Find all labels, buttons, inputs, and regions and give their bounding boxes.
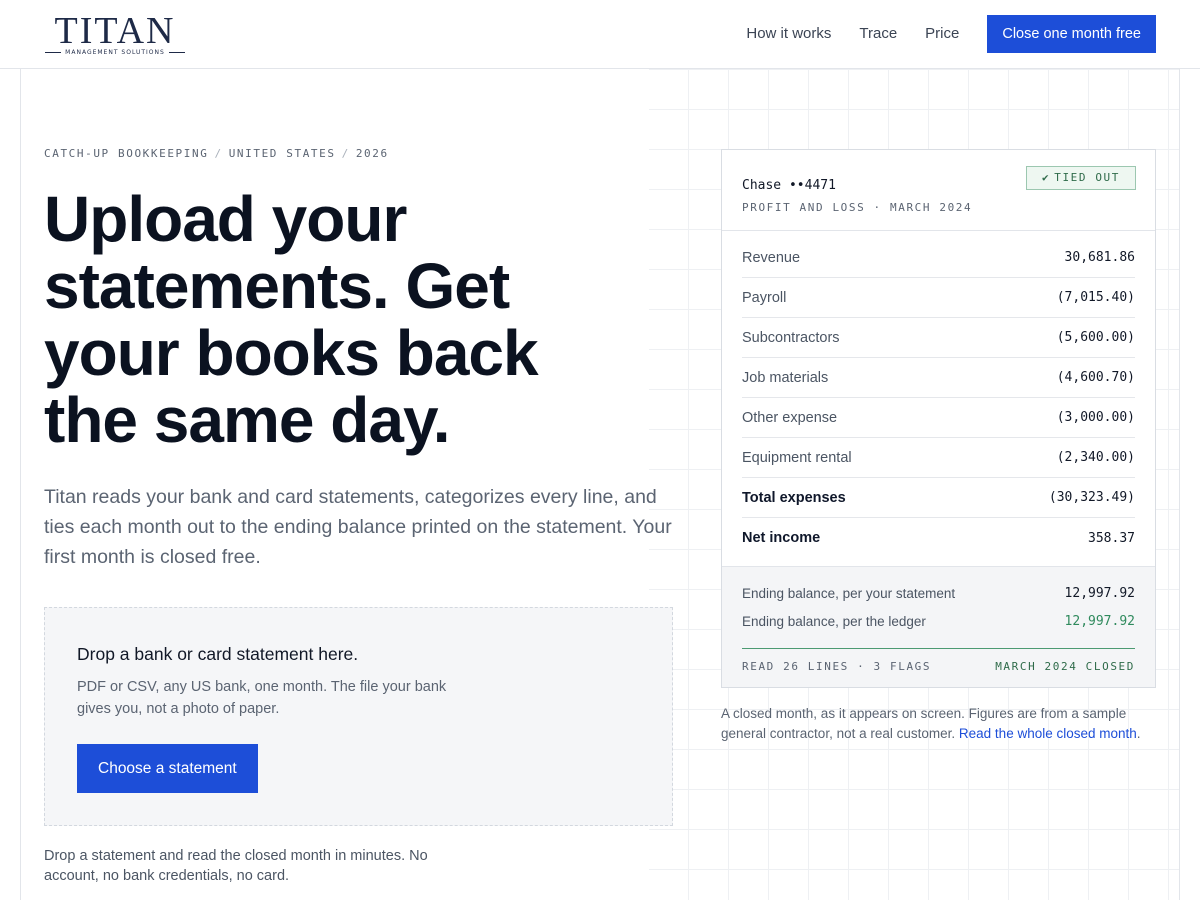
balance-value: 12,997.92 <box>1064 586 1135 601</box>
pl-row: Revenue 30,681.86 <box>742 238 1135 278</box>
nav-link-price[interactable]: Price <box>925 15 959 53</box>
caption-end: . <box>1136 725 1141 741</box>
pl-row-label: Revenue <box>742 249 801 266</box>
choose-statement-button[interactable]: Choose a statement <box>77 744 258 793</box>
pl-row: Other expense (3,000.00) <box>742 398 1135 438</box>
pl-row-value: (7,015.40) <box>1056 290 1135 305</box>
pl-row-label: Net income <box>742 530 821 546</box>
pl-row-total-expenses: Total expenses (30,323.49) <box>742 478 1135 518</box>
balance-value: 12,997.92 <box>1064 614 1135 629</box>
month-closed-status: MARCH 2024 CLOSED <box>995 660 1135 673</box>
headline-line: your books back <box>44 317 539 389</box>
pl-row: Payroll (7,015.40) <box>742 278 1135 318</box>
badge-label: TIED OUT <box>1054 171 1120 184</box>
pl-row-value: (3,000.00) <box>1056 410 1135 425</box>
pl-row: Job materials (4,600.70) <box>742 358 1135 398</box>
close-month-free-button[interactable]: Close one month free <box>987 15 1156 53</box>
pl-row-label: Equipment rental <box>742 449 852 466</box>
balance-label: Ending balance, per your statement <box>742 586 956 601</box>
balance-label: Ending balance, per the ledger <box>742 614 926 629</box>
pl-row: Subcontractors (5,600.00) <box>742 318 1135 358</box>
logo-tagline: MANAGEMENT SOLUTIONS <box>45 49 186 56</box>
closed-month-card: Chase ••4471 PROFIT AND LOSS · MARCH 202… <box>721 149 1156 688</box>
pl-row-label: Total expenses <box>742 489 846 506</box>
hero-lede: Titan reads your bank and card statement… <box>44 486 672 568</box>
pl-row-value: (4,600.70) <box>1056 370 1135 385</box>
card-footer-meta: READ 26 LINES · 3 FLAGS MARCH 2024 CLOSE… <box>742 660 1135 673</box>
logo-rule-left <box>45 52 62 53</box>
headline-line: the same day. <box>44 384 451 456</box>
account-name: Chase ••4471 <box>742 178 836 193</box>
logo-rule-right <box>168 52 186 53</box>
hero-eyebrow: CATCH-UP BOOKKEEPING / UNITED STATES/2026 <box>44 147 389 160</box>
card-footer: Ending balance, per your statement 12,99… <box>722 566 1155 687</box>
pl-row-value: (30,323.49) <box>1048 490 1135 505</box>
tied-out-badge: ✔ TIED OUT <box>1026 166 1136 190</box>
right-frame-rule <box>1179 69 1180 900</box>
logo-tagline-text: MANAGEMENT SOLUTIONS <box>65 49 165 56</box>
pl-row-value: (2,340.00) <box>1056 450 1135 465</box>
check-icon: ✔ <box>1041 171 1051 184</box>
headline-line: Upload your <box>44 183 407 255</box>
card-caption: A closed month, as it appears on screen.… <box>721 704 1156 743</box>
balance-per-statement: Ending balance, per your statement 12,99… <box>742 586 1135 601</box>
dropzone-footnote: Drop a statement and read the closed mon… <box>44 848 428 884</box>
nav-link-how-it-works[interactable]: How it works <box>746 15 831 53</box>
dropzone-title: Drop a bank or card statement here. <box>77 644 359 664</box>
pl-row-net-income: Net income 358.37 <box>742 518 1135 558</box>
footer-divider <box>742 648 1135 649</box>
pl-row-value: 358.37 <box>1088 530 1135 546</box>
pl-row-label: Other expense <box>742 409 838 426</box>
eyebrow-item: CATCH-UP BOOKKEEPING <box>44 147 209 160</box>
nav-link-trace[interactable]: Trace <box>859 15 897 53</box>
dropzone-description: PDF or CSV, any US bank, one month. The … <box>77 679 447 717</box>
hero-headline: Upload your statements. Get your books b… <box>44 186 644 454</box>
pl-row-label: Subcontractors <box>742 329 840 346</box>
pl-row-value: 30,681.86 <box>1064 250 1135 265</box>
balance-per-ledger: Ending balance, per the ledger 12,997.92 <box>742 614 1135 629</box>
logo-wordmark: TITAN <box>54 10 176 52</box>
top-bar: TITAN MANAGEMENT SOLUTIONS How it works … <box>0 0 1200 69</box>
headline-line: statements. Get <box>44 250 510 322</box>
card-header: Chase ••4471 PROFIT AND LOSS · MARCH 202… <box>722 150 1155 231</box>
pl-row-label: Job materials <box>742 369 829 386</box>
pl-row-value: (5,600.00) <box>1056 330 1135 345</box>
pl-row: Equipment rental (2,340.00) <box>742 438 1135 478</box>
titan-logo[interactable]: TITAN MANAGEMENT SOLUTIONS <box>45 10 186 56</box>
pl-row-label: Payroll <box>742 289 787 306</box>
lines-read-status: READ 26 LINES · 3 FLAGS <box>742 660 932 673</box>
eyebrow-item: UNITED STATES <box>228 147 336 160</box>
pl-table: Revenue 30,681.86 Payroll (7,015.40) Subco… <box>742 238 1135 558</box>
eyebrow-item: 2026 <box>355 147 389 160</box>
main-nav: How it works Trace Price Close one month… <box>746 15 1156 53</box>
read-closed-month-link[interactable]: Read the whole closed month <box>959 726 1137 741</box>
statement-dropzone[interactable]: Drop a bank or card statement here. PDF … <box>44 607 673 826</box>
report-period: PROFIT AND LOSS · MARCH 2024 <box>742 201 973 214</box>
